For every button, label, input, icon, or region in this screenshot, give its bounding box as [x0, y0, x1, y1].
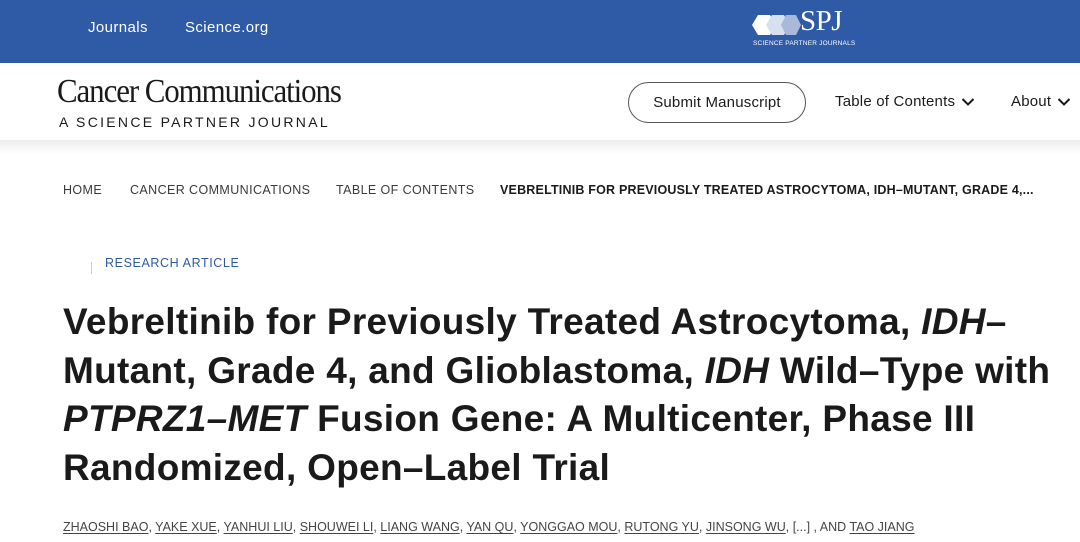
table-of-contents-label: Table of Contents — [835, 93, 956, 110]
about-label: About — [1011, 93, 1052, 110]
author-link[interactable]: YONGGAO MOU — [520, 520, 617, 534]
author-link[interactable]: YAKE XUE — [155, 520, 217, 534]
breadcrumb-table-of-contents[interactable]: TABLE OF CONTENTS — [336, 183, 475, 197]
submit-manuscript-button[interactable]: Submit Manuscript — [628, 82, 806, 123]
author-link[interactable]: YAN QU — [466, 520, 513, 534]
author-separator: , — [785, 520, 793, 534]
author-link[interactable]: RUTONG YU — [624, 520, 699, 534]
spj-brand-mark: SPJ — [800, 5, 843, 37]
title-italic-segment: IDH — [704, 349, 770, 391]
article-title: Vebreltinib for Previously Treated Astro… — [63, 298, 1063, 492]
title-italic-segment: PTPRZ1–MET — [63, 398, 307, 439]
author-link[interactable]: TAO JIANG — [849, 520, 914, 534]
author-link[interactable]: YANHUI LIU — [224, 520, 293, 534]
table-of-contents-menu[interactable]: Table of Contents — [835, 93, 975, 110]
authors-expand-button[interactable]: [...] — [793, 520, 810, 534]
article-type-label[interactable]: RESEARCH ARTICLE — [105, 256, 239, 270]
breadcrumb-current-article: VEBRELTINIB FOR PREVIOUSLY TREATED ASTRO… — [500, 183, 1034, 197]
journal-header: Cancer Communications A SCIENCE PARTNER … — [0, 63, 1080, 140]
top-navigation-bar: Journals Science.org SPJ SCIENCE PARTNER… — [0, 0, 1080, 63]
breadcrumb-cancer-communications[interactable]: CANCER COMMUNICATIONS — [130, 183, 310, 197]
title-segment: Wild–Type with — [769, 349, 1051, 391]
author-link[interactable]: JINSONG WU — [706, 520, 786, 534]
author-separator: , — [698, 520, 706, 534]
spj-brand-subtitle: SCIENCE PARTNER JOURNALS — [753, 40, 856, 47]
title-segment: Vebreltinib for Previously Treated Astro… — [63, 301, 922, 342]
journals-link[interactable]: Journals — [88, 19, 148, 36]
author-link[interactable]: ZHAOSHI BAO — [63, 520, 148, 534]
author-separator: , — [292, 520, 300, 534]
authors-and-text: , AND — [810, 520, 850, 534]
header-shadow — [0, 140, 1080, 154]
author-separator: , — [216, 520, 224, 534]
breadcrumb-home[interactable]: HOME — [63, 183, 102, 197]
journal-title[interactable]: Cancer Communications — [57, 73, 342, 111]
journal-subtitle: A SCIENCE PARTNER JOURNAL — [59, 114, 330, 130]
author-list: ZHAOSHI BAO, YAKE XUE, YANHUI LIU, SHOUW… — [63, 520, 915, 534]
author-link[interactable]: LIANG WANG — [380, 520, 459, 534]
title-italic-segment: IDH — [921, 301, 986, 342]
chevron-down-icon — [1057, 97, 1071, 106]
author-link[interactable]: SHOUWEI LI — [300, 520, 374, 534]
about-menu[interactable]: About — [1011, 93, 1071, 110]
science-org-link[interactable]: Science.org — [185, 19, 269, 36]
chevron-down-icon — [961, 97, 975, 106]
article-type-divider — [91, 262, 92, 274]
